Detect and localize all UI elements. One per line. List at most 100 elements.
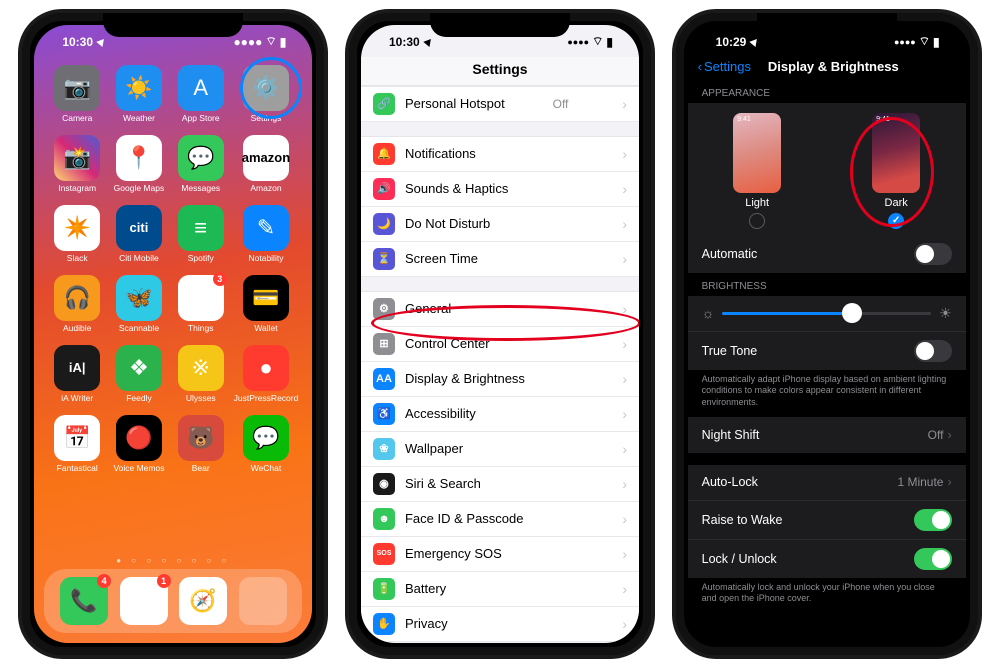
app-label: Scannable xyxy=(119,323,159,333)
brightness-slider-row: ☼ ☀ xyxy=(688,296,966,332)
app-icon: 🔴 xyxy=(116,415,162,461)
appearance-light[interactable]: 9:41 Light xyxy=(733,113,781,229)
app-icon: 🦋 xyxy=(116,275,162,321)
chevron-right-icon: › xyxy=(622,511,627,527)
autolock-row[interactable]: Auto-Lock 1 Minute › xyxy=(688,465,966,501)
automatic-row[interactable]: Automatic xyxy=(688,235,966,273)
settings-row-screen-time[interactable]: ⏳Screen Time› xyxy=(361,242,639,277)
app-instagram[interactable]: 📸Instagram xyxy=(48,135,106,203)
row-icon: ◉ xyxy=(373,473,395,495)
autolock-value: 1 Minute xyxy=(897,475,943,489)
settings-row-display-brightness[interactable]: AADisplay & Brightness› xyxy=(361,362,639,397)
settings-row-notifications[interactable]: 🔔Notifications› xyxy=(361,137,639,172)
settings-row-battery[interactable]: 🔋Battery› xyxy=(361,572,639,607)
phone-settings: 10:30 ●●●● ⌔ ▮ Settings 🔗Personal Hotspo… xyxy=(345,9,655,659)
settings-row-accessibility[interactable]: ♿Accessibility› xyxy=(361,397,639,432)
truetone-row[interactable]: True Tone xyxy=(688,332,966,370)
app-messages[interactable]: 💬 Messages xyxy=(172,135,230,203)
app-label: Feedly xyxy=(126,393,152,403)
settings-row-emergency-sos[interactable]: SOSEmergency SOS› xyxy=(361,537,639,572)
truetone-toggle[interactable] xyxy=(914,340,952,362)
app-phone[interactable]: 📞4 xyxy=(60,577,108,625)
dock: 📞4M1🧭 xyxy=(44,569,302,633)
app-icon: 🧭 xyxy=(179,577,227,625)
settings-row-face-id-passcode[interactable]: ☻Face ID & Passcode› xyxy=(361,502,639,537)
raise-row[interactable]: Raise to Wake xyxy=(688,501,966,540)
app-label: Things xyxy=(188,323,214,333)
automatic-label: Automatic xyxy=(702,247,758,261)
automatic-toggle[interactable] xyxy=(914,243,952,265)
app-citi-mobile[interactable]: citiCiti Mobile xyxy=(110,205,168,273)
app-label: Google Maps xyxy=(114,183,165,193)
app-label: Wallet xyxy=(254,323,277,333)
settings-row-siri-search[interactable]: ◉Siri & Search› xyxy=(361,467,639,502)
app-ulysses[interactable]: ※Ulysses xyxy=(172,345,230,413)
page-dots[interactable]: ● ○ ○ ○ ○ ○ ○ ○ xyxy=(34,552,312,569)
app-icon: 📅 xyxy=(54,415,100,461)
app-wechat[interactable]: 💬WeChat xyxy=(234,415,299,483)
app-label: Messages xyxy=(181,183,220,193)
app-slack[interactable]: ✴️Slack xyxy=(48,205,106,273)
app-icon: M1 xyxy=(120,577,168,625)
raise-toggle[interactable] xyxy=(914,509,952,531)
app-label: Ulysses xyxy=(186,393,216,403)
app-audible[interactable]: 🎧Audible xyxy=(48,275,106,343)
chevron-right-icon: › xyxy=(622,336,627,352)
app-safari[interactable]: 🧭 xyxy=(179,577,227,625)
app-notability[interactable]: ✎Notability xyxy=(234,205,299,273)
app-fantastical[interactable]: 📅Fantastical xyxy=(48,415,106,483)
lock-row[interactable]: Lock / Unlock xyxy=(688,540,966,578)
nightshift-value: Off xyxy=(928,428,944,442)
light-radio[interactable] xyxy=(749,213,765,229)
settings-row-wallpaper[interactable]: ❀Wallpaper› xyxy=(361,432,639,467)
phone-display-brightness: 10:29 ●●●● ⌔ ▮ ‹Settings Display & Brigh… xyxy=(672,9,982,659)
autolock-label: Auto-Lock xyxy=(702,475,758,489)
app-icon: 💬 xyxy=(178,135,224,181)
app-spotify[interactable]: ≡Spotify xyxy=(172,205,230,273)
app-things[interactable]: ☑3 Things xyxy=(172,275,230,343)
settings-row-sounds-haptics[interactable]: 🔊Sounds & Haptics› xyxy=(361,172,639,207)
app-label: Voice Memos xyxy=(113,463,164,473)
signal-icon: ●●●● xyxy=(567,37,589,47)
app-amazon[interactable]: amazonAmazon xyxy=(234,135,299,203)
app-ia-writer[interactable]: iA|iA Writer xyxy=(48,345,106,413)
app-icon: 📍 xyxy=(116,135,162,181)
row-label: Battery xyxy=(405,581,446,596)
status-time: 10:30 xyxy=(389,35,420,49)
chevron-right-icon: › xyxy=(622,96,627,112)
settings-row-do-not-disturb[interactable]: 🌙Do Not Disturb› xyxy=(361,207,639,242)
row-label: Sounds & Haptics xyxy=(405,181,508,196)
app-label: JustPressRecord xyxy=(234,393,299,403)
row-label: Siri & Search xyxy=(405,476,481,491)
brightness-slider[interactable] xyxy=(722,312,931,315)
app-google-maps[interactable]: 📍 Google Maps xyxy=(110,135,168,203)
app-app-store[interactable]: AApp Store xyxy=(172,65,230,133)
badge: 1 xyxy=(157,574,171,588)
app-scannable[interactable]: 🦋 Scannable xyxy=(110,275,168,343)
app-feedly[interactable]: ❖Feedly xyxy=(110,345,168,413)
settings-row-personal-hotspot[interactable]: 🔗Personal HotspotOff› xyxy=(361,87,639,122)
app-camera[interactable]: 📷Camera xyxy=(48,65,106,133)
chevron-right-icon: › xyxy=(622,441,627,457)
app-icon: 📸 xyxy=(54,135,100,181)
app-voice-memos[interactable]: 🔴 Voice Memos xyxy=(110,415,168,483)
app-folder[interactable] xyxy=(239,577,287,625)
chevron-right-icon: › xyxy=(622,406,627,422)
app-icon: ☑3 xyxy=(178,275,224,321)
app-wallet[interactable]: 💳Wallet xyxy=(234,275,299,343)
row-label: Emergency SOS xyxy=(405,546,502,561)
chevron-right-icon: › xyxy=(622,546,627,562)
settings-row-privacy[interactable]: ✋Privacy› xyxy=(361,607,639,642)
app-weather[interactable]: ☀️Weather xyxy=(110,65,168,133)
back-button[interactable]: ‹Settings xyxy=(698,59,751,74)
app-label: Spotify xyxy=(188,253,214,263)
app-gmail[interactable]: M1 xyxy=(120,577,168,625)
lock-toggle[interactable] xyxy=(914,548,952,570)
row-icon: ⊞ xyxy=(373,333,395,355)
app-bear[interactable]: 🐻Bear xyxy=(172,415,230,483)
app-icon: 💬 xyxy=(243,415,289,461)
sun-low-icon: ☼ xyxy=(702,305,715,321)
app-justpressrecord[interactable]: ●JustPressRecord xyxy=(234,345,299,413)
app-icon: 📞4 xyxy=(60,577,108,625)
nightshift-row[interactable]: Night Shift Off › xyxy=(688,417,966,453)
